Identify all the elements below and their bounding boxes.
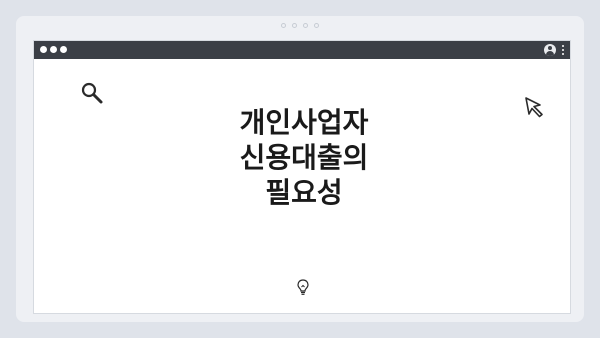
headline-line: 개인사업자 [239,106,369,139]
window-dot-icon[interactable] [60,46,67,53]
window-dot-icon[interactable] [40,46,47,53]
window-titlebar [34,41,570,59]
window-controls[interactable] [40,46,67,53]
kebab-menu-icon[interactable] [562,45,565,55]
user-icon[interactable] [544,44,556,56]
page-headline: 개인사업자 신용대출의 필요성 [194,105,414,210]
search-icon [81,82,103,104]
cursor-icon [525,97,543,118]
frame-dots-icon [16,23,584,28]
headline-line: 필요성 [265,176,343,209]
lightbulb-icon [297,279,309,295]
headline-line: 신용대출의 [239,141,369,174]
window-dot-icon[interactable] [50,46,57,53]
browser-window: 개인사업자 신용대출의 필요성 [34,41,570,313]
